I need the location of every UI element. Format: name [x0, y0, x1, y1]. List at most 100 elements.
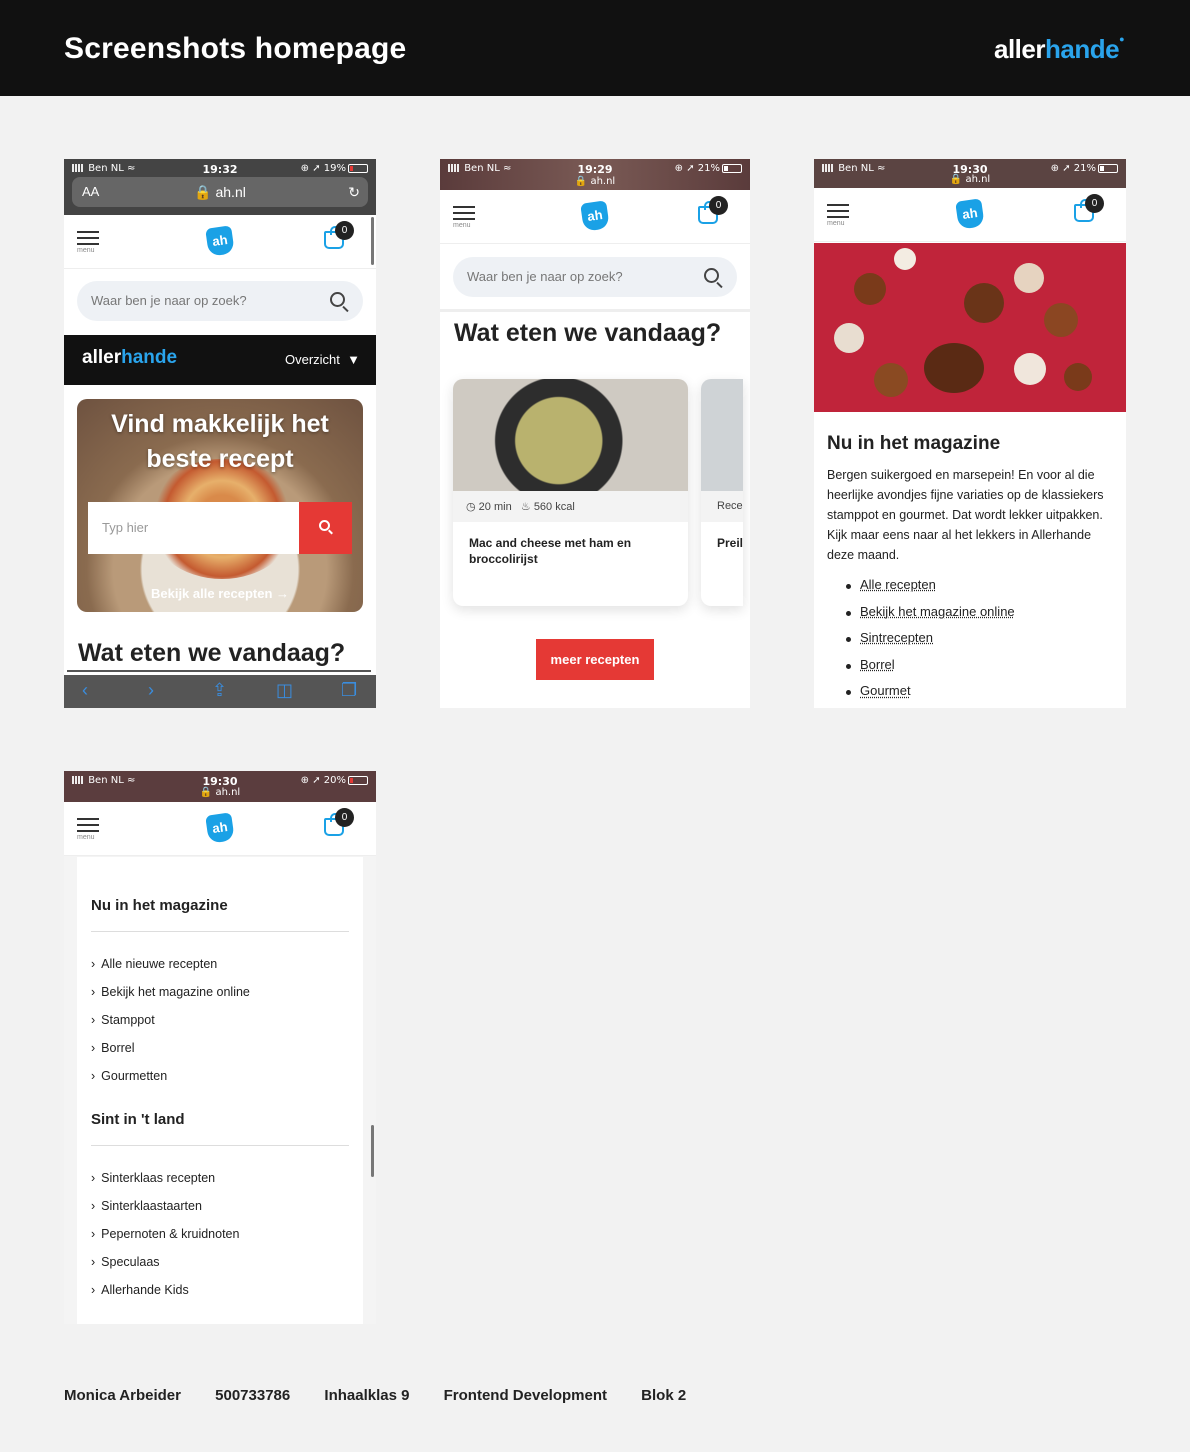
menu-item[interactable]: Sinterklaastaarten: [91, 1199, 202, 1213]
url-text: ah.nl: [215, 184, 246, 200]
divider: [67, 670, 371, 672]
menu-button[interactable]: menu: [453, 206, 475, 229]
safari-topbar: Ben NL ≈ 19:32 ⊕ ➚ 19% AA 🔒 ah.nl ↻: [64, 159, 376, 215]
magazine-image: [814, 243, 1126, 412]
cart-count-badge: 0: [335, 221, 354, 240]
recipe-image: [701, 379, 743, 491]
search-icon[interactable]: [704, 268, 719, 283]
menu-button[interactable]: menu: [77, 231, 99, 254]
menu-item[interactable]: Borrel: [91, 1041, 134, 1055]
ah-logo[interactable]: ah: [205, 225, 235, 257]
overview-dropdown[interactable]: Overzicht ▼: [285, 352, 360, 367]
list-item: Sintrecepten: [844, 630, 1015, 657]
all-recipes-link[interactable]: Bekijk alle recepten →: [77, 586, 363, 601]
block-name: Blok 2: [641, 1387, 687, 1404]
list-item: Bekijk het magazine online: [844, 604, 1015, 631]
search-input[interactable]: Waar ben je naar op zoek?: [77, 281, 363, 321]
allerhande-logo: allerhande: [82, 347, 178, 368]
cart-count-badge: 0: [335, 808, 354, 827]
menu-item[interactable]: Gourmetten: [91, 1069, 167, 1083]
menu-item[interactable]: Alle nieuwe recepten: [91, 957, 217, 971]
magazine-link[interactable]: Bekijk het magazine online: [860, 604, 1015, 619]
recipe-meta: Recep: [701, 491, 743, 522]
allerhande-logo: allerhande●: [993, 34, 1125, 64]
address-bar[interactable]: AA 🔒 ah.nl ↻: [72, 177, 368, 207]
menu-section-heading: Sint in 't land: [91, 1111, 185, 1128]
text-size-button[interactable]: AA: [82, 177, 99, 207]
screenshot-recipes-page: Ben NL ≈ 19:29 🔒 ah.nl ⊕ ➚ 21% menu ah 0…: [440, 159, 750, 708]
bookmarks-icon[interactable]: ◫: [276, 680, 293, 701]
page-header: Screenshots homepage allerhande●: [0, 0, 1190, 96]
screenshot-magazine-page: Ben NL ≈ 19:30 🔒 ah.nl ⊕ ➚ 21% menu ah 0…: [814, 159, 1126, 708]
menu-button[interactable]: menu: [827, 204, 849, 227]
share-icon[interactable]: ⇪: [212, 680, 227, 701]
magazine-link[interactable]: Gourmet: [860, 683, 911, 698]
url-text: 🔒 ah.nl: [199, 787, 241, 798]
menu-item[interactable]: Speculaas: [91, 1255, 159, 1269]
hero-title: Vind makkelijk het beste recept: [111, 410, 329, 473]
menu-item[interactable]: Bekijk het magazine online: [91, 985, 250, 999]
recipe-title: Mac and cheese met ham en broccolirijst: [469, 536, 632, 566]
status-bar: Ben NL ≈ 19:29 🔒 ah.nl ⊕ ➚ 21%: [440, 159, 750, 190]
list-item: Gourmet: [844, 683, 1015, 708]
author-name: Monica Arbeider: [64, 1387, 181, 1404]
scrollbar[interactable]: [371, 217, 374, 265]
caret-down-icon: ▼: [347, 352, 360, 367]
search-icon[interactable]: [330, 292, 345, 307]
magazine-link[interactable]: Borrel: [860, 657, 895, 672]
section-heading: Wat eten we vandaag?: [78, 639, 346, 667]
student-number: 500733786: [215, 1387, 291, 1404]
menu-item[interactable]: Stamppot: [91, 1013, 155, 1027]
site-header: menu ah 0: [440, 190, 750, 244]
safari-toolbar: ‹ › ⇪ ◫ ❐: [64, 675, 376, 708]
cart-count-badge: 0: [709, 196, 728, 215]
recipe-image: [453, 379, 688, 491]
ah-logo[interactable]: ah: [205, 812, 235, 844]
recipe-search-input[interactable]: Typ hier: [88, 502, 299, 554]
screenshot-menu-page: Ben NL ≈ 19:30 🔒 ah.nl ⊕ ➚ 20% menu ah 0…: [64, 771, 376, 1324]
scrollbar[interactable]: [371, 1125, 374, 1177]
menu-item[interactable]: Sinterklaas recepten: [91, 1171, 215, 1185]
forward-icon[interactable]: ›: [148, 680, 154, 701]
menu-section-heading: Nu in het magazine: [91, 897, 228, 914]
ah-logo[interactable]: ah: [955, 198, 985, 230]
ah-logo[interactable]: ah: [580, 200, 610, 232]
lock-icon: 🔒: [194, 184, 212, 200]
magazine-link[interactable]: Alle recepten: [860, 577, 936, 592]
recipe-search-button[interactable]: [299, 502, 352, 554]
menu-panel: Nu in het magazine Alle nieuwe recepten …: [77, 857, 363, 1324]
list-item: Alle recepten: [844, 577, 1015, 604]
magazine-heading: Nu in het magazine: [827, 433, 1001, 454]
search-icon: [319, 520, 330, 531]
menu-item[interactable]: Pepernoten & kruidnoten: [91, 1227, 239, 1241]
back-icon[interactable]: ‹: [82, 680, 88, 701]
cart-count-badge: 0: [1085, 194, 1104, 213]
recipe-card[interactable]: Recep Preil: [701, 379, 743, 606]
search-input[interactable]: Waar ben je naar op zoek?: [453, 257, 737, 297]
magazine-intro: Bergen suikergoed en marsepein! En voor …: [827, 468, 1104, 562]
more-recipes-button[interactable]: meer recepten: [536, 639, 654, 680]
page-title: Screenshots homepage: [64, 32, 407, 65]
site-header: menu ah 0: [814, 188, 1126, 242]
recipe-title: Preil: [717, 536, 743, 550]
reload-icon[interactable]: ↻: [348, 177, 360, 207]
list-item: Borrel: [844, 657, 1015, 684]
magazine-link[interactable]: Sintrecepten: [860, 630, 933, 645]
status-bar: Ben NL ≈ 19:30 🔒 ah.nl ⊕ ➚ 20%: [64, 771, 376, 802]
battery: ⊕ ➚ 19%: [301, 163, 368, 174]
screenshot-search-page: Ben NL ≈ 19:32 ⊕ ➚ 19% AA 🔒 ah.nl ↻ menu…: [64, 159, 376, 708]
flame-icon: ♨: [520, 501, 531, 513]
allerhande-bar: allerhande Overzicht ▼: [64, 335, 376, 385]
section-heading: Wat eten we vandaag?: [454, 319, 722, 347]
arrow-right-icon: →: [276, 586, 290, 601]
site-header: menu ah 0: [64, 802, 376, 856]
menu-item[interactable]: Allerhande Kids: [91, 1283, 189, 1297]
tabs-icon[interactable]: ❐: [341, 680, 357, 701]
hero-banner: Vind makkelijk het beste recept Typ hier…: [77, 399, 363, 612]
class-name: Inhaalklas 9: [324, 1387, 410, 1404]
recipe-meta: ◷ 20 min ♨ 560 kcal: [453, 491, 688, 522]
magazine-links: Alle recepten Bekijk het magazine online…: [844, 577, 1015, 708]
course-name: Frontend Development: [443, 1387, 607, 1404]
menu-button[interactable]: menu: [77, 818, 99, 841]
recipe-card[interactable]: ◷ 20 min ♨ 560 kcal Mac and cheese met h…: [453, 379, 688, 606]
